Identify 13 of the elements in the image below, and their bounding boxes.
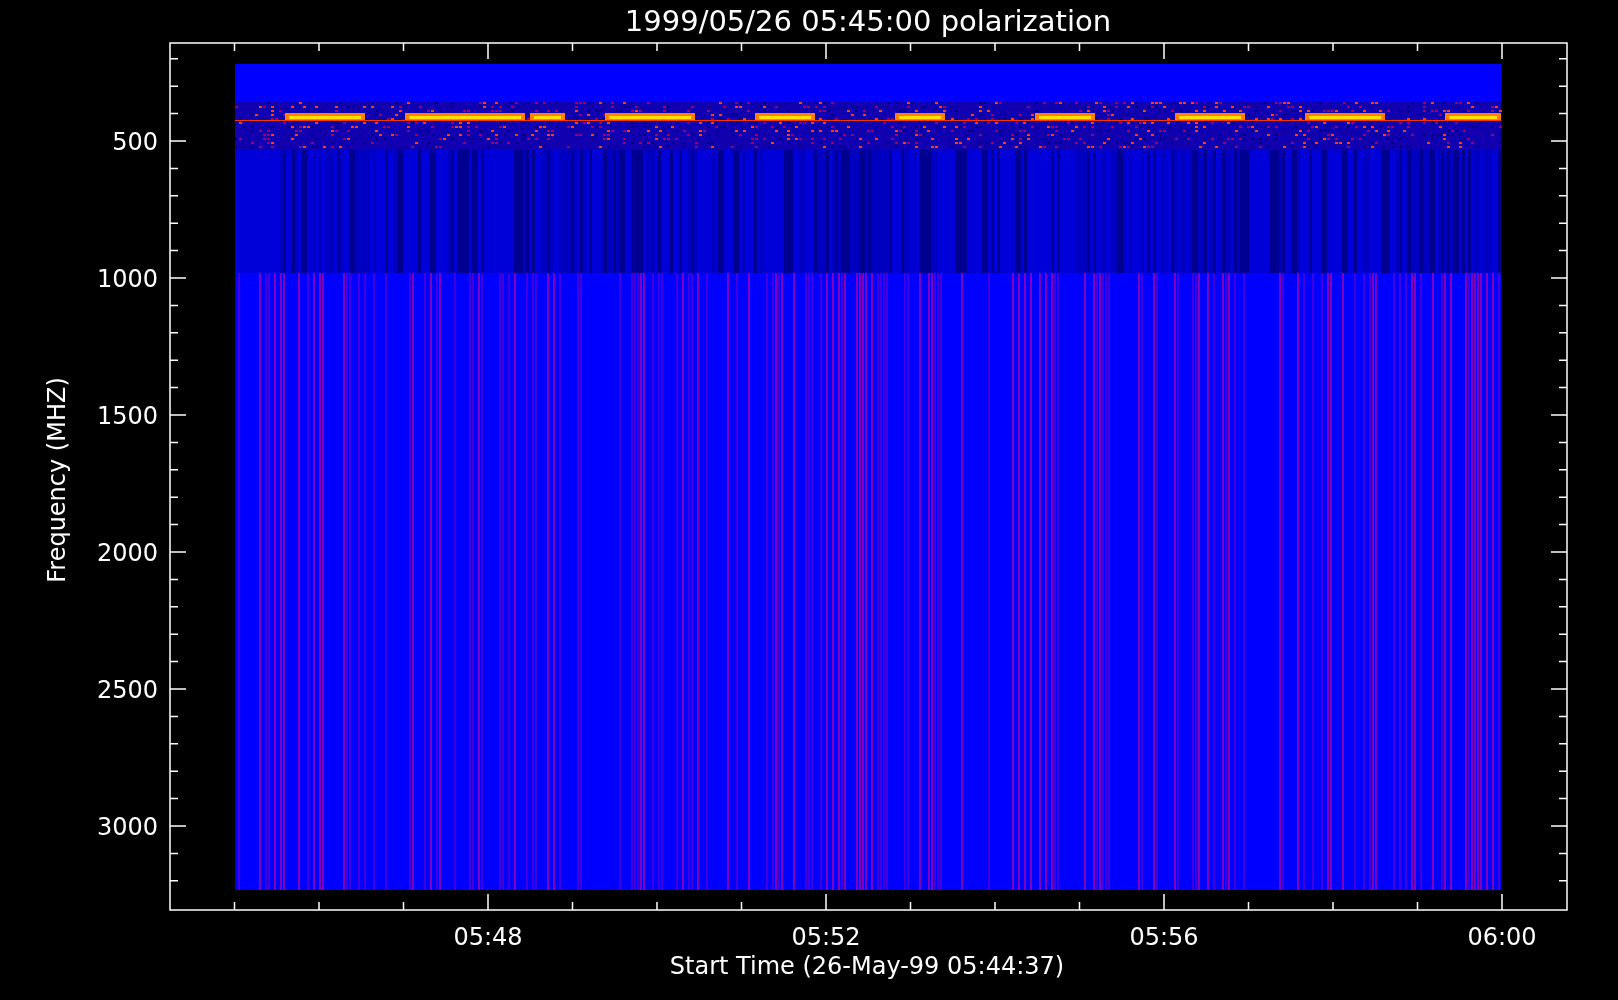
- x-tick-label: 06:00: [1467, 923, 1537, 951]
- y-tick-label: 2000: [96, 539, 158, 567]
- y-tick-label: 1500: [96, 402, 158, 430]
- y-tick-label: 1000: [96, 265, 158, 293]
- x-tick-label: 05:48: [453, 923, 523, 951]
- y-tick-label: 3000: [96, 813, 158, 841]
- y-tick-label: 2500: [96, 676, 158, 704]
- x-tick-label: 05:52: [791, 923, 861, 951]
- y-axis-label: Frequency (MHZ): [43, 377, 71, 583]
- x-axis-label: Start Time (26-May-99 05:44:37): [669, 952, 1065, 980]
- plot-title: 1999/05/26 05:45:00 polarization: [624, 4, 1112, 38]
- x-tick-label: 05:56: [1129, 923, 1199, 951]
- y-tick-label: 500: [112, 128, 158, 156]
